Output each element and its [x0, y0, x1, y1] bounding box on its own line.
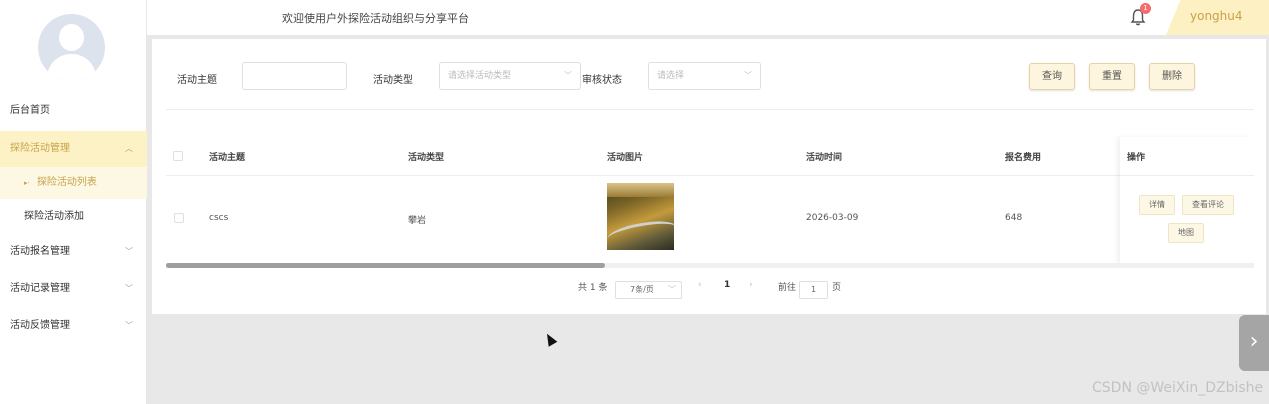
cell-fee: 648	[1005, 213, 1023, 223]
column-header-topic: 活动主题	[209, 153, 246, 163]
notification-badge: 1	[1140, 3, 1151, 14]
view-comments-button[interactable]: 查看评论	[1182, 195, 1234, 215]
sidebar-item-label: 探险活动管理	[10, 143, 70, 154]
chevron-down-icon: ﹀	[564, 71, 572, 80]
cell-date: 2026-03-09	[806, 213, 859, 223]
mouse-cursor	[542, 331, 558, 347]
current-page[interactable]: 1	[724, 280, 730, 290]
sidebar-item-home[interactable]: 后台首页	[0, 93, 147, 129]
page-size-select[interactable]: 7条/页 ﹀	[615, 281, 682, 299]
watermark: CSDN @WeiXin_DZbishe	[1092, 380, 1264, 396]
sidebar-item-adventure-management[interactable]: 探险活动管理 ︿	[0, 131, 147, 167]
type-filter-placeholder: 请选择活动类型	[448, 71, 512, 81]
delete-button[interactable]: 删除	[1149, 63, 1195, 90]
chevron-down-icon: ﹀	[668, 285, 676, 294]
goto-label: 前往	[778, 283, 797, 293]
status-filter-select[interactable]: 请选择 ﹀	[648, 62, 761, 90]
user-menu[interactable]: yonghu4	[1166, 0, 1269, 35]
cell-topic: cscs	[209, 213, 229, 223]
chevron-down-icon: ﹀	[125, 321, 133, 330]
detail-button[interactable]: 详情	[1139, 195, 1175, 215]
type-filter-label: 活动类型	[373, 75, 413, 86]
goto-page-input[interactable]: 1	[799, 281, 828, 299]
main-panel: 活动主题 活动类型 请选择活动类型 ﹀ 审核状态 请选择 ﹀ 查询 重置 删除 …	[152, 39, 1266, 314]
sidebar-item-label: 活动记录管理	[10, 283, 70, 294]
submenu-bullet-icon: ▸·	[24, 179, 30, 187]
table-header-divider	[166, 175, 1254, 176]
operations-column: 操作 详情 查看评论 地图	[1120, 137, 1254, 263]
activity-image[interactable]	[607, 183, 674, 250]
column-header-operations: 操作	[1127, 153, 1146, 163]
chevron-down-icon: ﹀	[744, 71, 752, 80]
username: yonghu4	[1190, 9, 1243, 23]
horizontal-scrollbar[interactable]	[166, 263, 605, 268]
prev-page-icon[interactable]: ‹	[698, 280, 702, 290]
sidebar-item-adventure-list[interactable]: ▸· 探险活动列表	[0, 167, 147, 199]
sidebar-item-record-management[interactable]: 活动记录管理 ﹀	[0, 271, 147, 307]
sidebar: 后台首页 探险活动管理 ︿ ▸· 探险活动列表 探险活动添加 活动报名管理 ﹀ …	[0, 0, 147, 404]
avatar-body	[47, 54, 96, 81]
sidebar-item-label: 后台首页	[10, 105, 50, 116]
sidebar-item-label: 活动反馈管理	[10, 320, 70, 331]
chevron-up-icon: ︿	[125, 144, 133, 153]
topic-filter-label: 活动主题	[177, 75, 217, 86]
map-button[interactable]: 地图	[1168, 223, 1204, 243]
status-filter-placeholder: 请选择	[657, 71, 685, 81]
chevron-down-icon: ﹀	[125, 247, 133, 256]
pagination-total: 共 1 条	[578, 283, 608, 293]
reset-button[interactable]: 重置	[1089, 63, 1135, 90]
filter-divider	[166, 109, 1254, 110]
column-header-image: 活动图片	[607, 153, 644, 163]
welcome-text: 欢迎使用户外探险活动组织与分享平台	[282, 12, 469, 25]
column-header-date: 活动时间	[806, 153, 843, 163]
type-filter-select[interactable]: 请选择活动类型 ﹀	[439, 62, 581, 90]
sidebar-item-signup-management[interactable]: 活动报名管理 ﹀	[0, 234, 147, 270]
sidebar-item-adventure-add[interactable]: 探险活动添加	[0, 201, 147, 233]
sidebar-item-label: 活动报名管理	[10, 246, 70, 257]
sidebar-item-feedback-management[interactable]: 活动反馈管理 ﹀	[0, 308, 147, 344]
avatar[interactable]	[38, 14, 105, 81]
avatar-head	[59, 24, 84, 51]
cell-type: 攀岩	[408, 216, 427, 226]
status-filter-label: 审核状态	[582, 75, 622, 86]
sidebar-item-label: 探险活动添加	[24, 211, 84, 222]
next-page-icon[interactable]: ›	[749, 280, 753, 290]
column-header-type: 活动类型	[408, 153, 445, 163]
row-checkbox[interactable]	[174, 213, 184, 223]
chevron-down-icon: ﹀	[125, 284, 133, 293]
page-suffix: 页	[832, 283, 842, 293]
top-bar: 欢迎使用户外探险活动组织与分享平台 1 yonghu4	[147, 0, 1269, 35]
sidebar-item-label: 探险活动列表	[36, 177, 97, 188]
select-all-checkbox[interactable]	[173, 151, 183, 161]
topic-filter-input[interactable]	[242, 62, 347, 90]
search-button[interactable]: 查询	[1029, 63, 1075, 90]
chevron-right-icon[interactable]: ›	[1239, 315, 1269, 371]
column-header-fee: 报名费用	[1005, 153, 1042, 163]
